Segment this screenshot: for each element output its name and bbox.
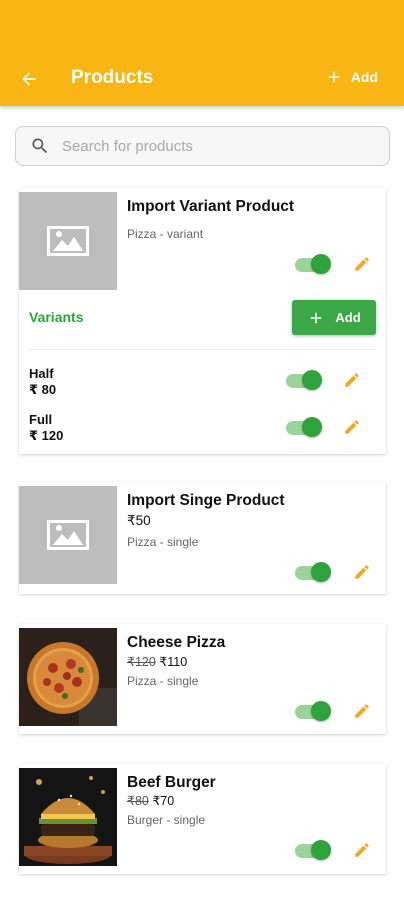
image-placeholder-icon (47, 520, 89, 550)
edit-button[interactable] (351, 700, 373, 722)
product-category: Pizza - single (127, 535, 199, 549)
app-bar: Products Add (0, 0, 404, 106)
pencil-icon (345, 373, 359, 387)
product-card[interactable]: Beef Burger ₹80 ₹70 Burger - single (19, 764, 386, 874)
pencil-icon (345, 420, 359, 434)
product-image (19, 628, 117, 726)
edit-button[interactable] (351, 253, 373, 275)
edit-button[interactable] (351, 561, 373, 583)
product-card[interactable]: Import Singe Product ₹50 Pizza - single (19, 482, 386, 594)
pencil-icon (355, 565, 369, 579)
product-toggle[interactable] (293, 701, 331, 721)
add-variant-label: Add (335, 310, 361, 325)
pencil-icon (355, 843, 369, 857)
product-price: ₹70 (152, 794, 175, 808)
product-name: Import Singe Product (127, 492, 285, 509)
product-toggle[interactable] (293, 254, 331, 274)
plus-icon (311, 312, 322, 323)
product-price: ₹50 (127, 513, 151, 528)
pencil-icon (355, 257, 369, 271)
product-category: Pizza - single (127, 674, 199, 688)
plus-icon (328, 71, 340, 83)
pizza-image (19, 628, 117, 726)
product-card[interactable]: Cheese Pizza ₹120 ₹110 Pizza - single (19, 624, 386, 734)
variant-toggle[interactable] (284, 417, 322, 437)
edit-button[interactable] (351, 839, 373, 861)
variant-name: Half (29, 366, 54, 381)
product-image (19, 768, 117, 866)
variants-label: Variants (29, 309, 84, 325)
variant-toggle[interactable] (284, 370, 322, 390)
add-product-label: Add (350, 69, 378, 85)
variant-name: Full (29, 412, 53, 427)
divider (29, 349, 376, 350)
image-placeholder-icon (47, 226, 89, 256)
product-price: ₹110 (159, 655, 188, 669)
product-toggle[interactable] (293, 562, 331, 582)
product-price-row: ₹120 ₹110 (127, 654, 187, 669)
edit-variant-button[interactable] (341, 416, 363, 438)
product-category: Burger - single (127, 813, 206, 827)
product-category: Pizza - variant (127, 227, 204, 241)
add-variant-button[interactable]: Add (292, 300, 376, 335)
pencil-icon (355, 704, 369, 718)
product-name: Import Variant Product (127, 198, 295, 215)
search-bar[interactable] (15, 126, 390, 166)
page-title: Products (71, 67, 154, 88)
product-price-row: ₹80 ₹70 (127, 793, 174, 808)
product-toggle[interactable] (293, 840, 331, 860)
product-card[interactable]: Import Variant Product Pizza - variant V… (19, 188, 386, 454)
product-image-placeholder (19, 192, 117, 290)
product-old-price: ₹120 (127, 655, 156, 669)
edit-variant-button[interactable] (341, 369, 363, 391)
back-button[interactable] (16, 66, 42, 92)
burger-image (19, 768, 117, 866)
add-product-button[interactable]: Add (325, 68, 378, 86)
product-name: Beef Burger (127, 774, 216, 791)
product-image-placeholder (19, 486, 117, 584)
search-icon (32, 138, 48, 154)
product-old-price: ₹80 (127, 794, 149, 808)
variant-price: ₹ 120 (29, 428, 64, 443)
product-name: Cheese Pizza (127, 634, 226, 651)
arrow-left-icon (22, 72, 36, 86)
search-input[interactable] (62, 137, 352, 155)
variant-price: ₹ 80 (29, 382, 57, 397)
